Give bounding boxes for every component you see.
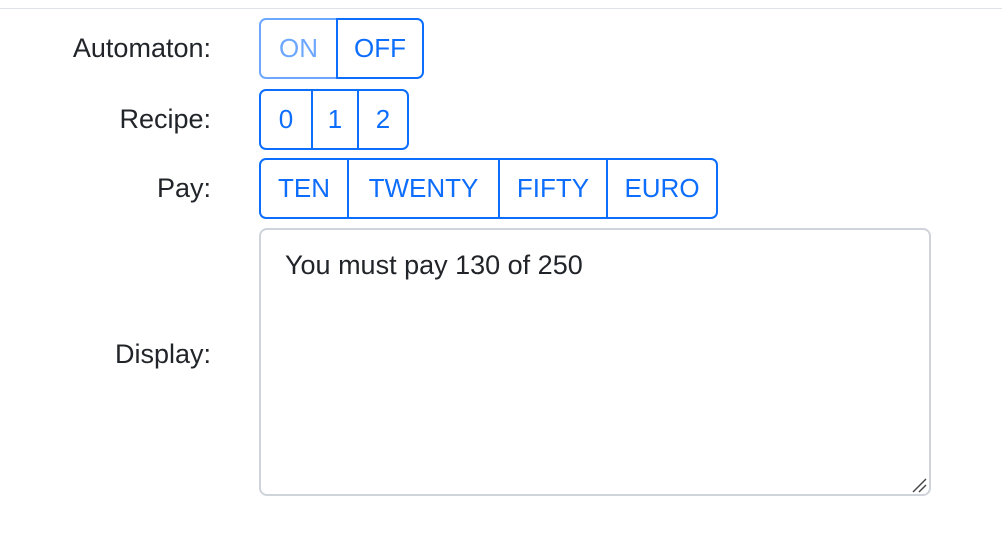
- display-label: Display:: [114, 339, 211, 369]
- pay-ten-button[interactable]: TEN: [259, 158, 349, 219]
- recipe-label: Recipe:: [119, 104, 211, 134]
- recipe-0-button[interactable]: 0: [259, 89, 313, 150]
- pay-label: Pay:: [156, 173, 211, 203]
- recipe-1-button[interactable]: 1: [311, 89, 359, 150]
- recipe-2-button[interactable]: 2: [357, 89, 409, 150]
- automaton-button-group: ON OFF: [259, 18, 424, 79]
- top-divider: [0, 8, 1002, 9]
- pay-twenty-button[interactable]: TWENTY: [347, 158, 500, 219]
- automaton-on-button[interactable]: ON: [259, 18, 338, 79]
- resize-grip-icon[interactable]: [909, 475, 927, 493]
- recipe-button-group: 0 1 2: [259, 89, 409, 150]
- automaton-label: Automaton:: [72, 33, 211, 63]
- pay-button-group: TEN TWENTY FIFTY EURO: [259, 158, 718, 219]
- automaton-off-button[interactable]: OFF: [336, 18, 424, 79]
- display-textarea[interactable]: You must pay 130 of 250: [259, 228, 931, 496]
- pay-euro-button[interactable]: EURO: [606, 158, 718, 219]
- pay-fifty-button[interactable]: FIFTY: [498, 158, 608, 219]
